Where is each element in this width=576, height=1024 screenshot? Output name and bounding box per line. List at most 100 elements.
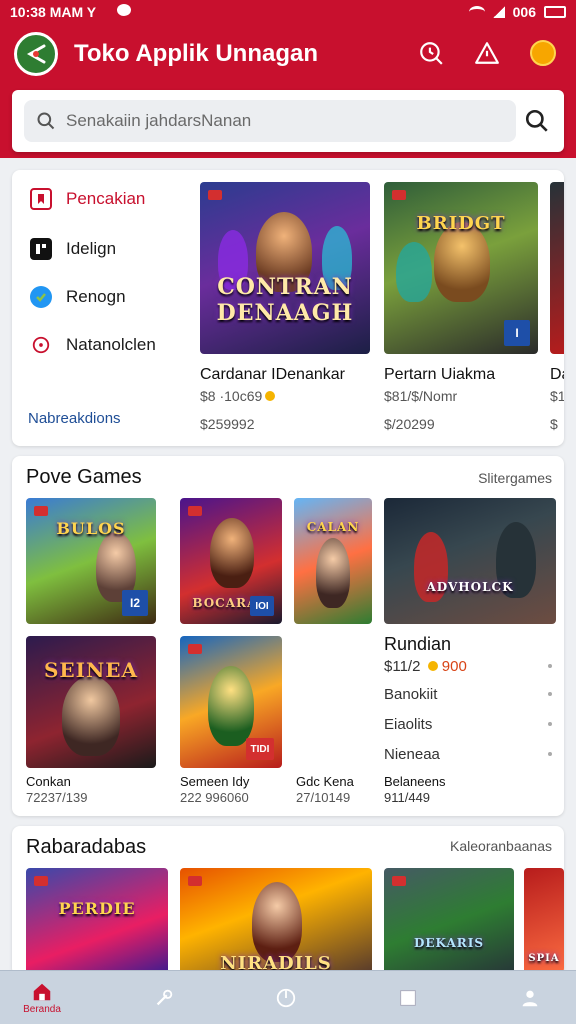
featured-name[interactable]: Cardanar IDenankar bbox=[200, 366, 345, 384]
hero-figure bbox=[208, 666, 254, 746]
badge-icon bbox=[392, 876, 406, 886]
game-tile[interactable]: NIRADILS bbox=[180, 868, 372, 976]
game-tile[interactable]: PERDIE bbox=[26, 868, 168, 976]
art-title: CONTRAN DENAAGH bbox=[216, 274, 354, 326]
warning-icon bbox=[475, 42, 499, 64]
profile-button[interactable] bbox=[528, 38, 558, 68]
badge-icon bbox=[188, 876, 202, 886]
side-row[interactable]: Eiaolits bbox=[384, 716, 552, 733]
avatar-icon bbox=[530, 40, 556, 66]
category-item-natanolclen[interactable]: Natanolclen bbox=[30, 334, 156, 356]
profile-icon bbox=[522, 990, 538, 1007]
more-dot bbox=[548, 752, 552, 756]
featured-name[interactable]: Pertarn Uiakma bbox=[384, 366, 495, 384]
app-header: 10:38 MAM Y 006 Toko Applik Unnagan bbox=[0, 0, 576, 158]
more-dot bbox=[548, 722, 552, 726]
nav-label: Beranda bbox=[23, 1004, 61, 1015]
coin-icon bbox=[427, 661, 438, 671]
badge-icon bbox=[392, 190, 406, 200]
featured-sub: $1 bbox=[550, 388, 564, 404]
hero-figure bbox=[62, 676, 120, 756]
game-price: 27/10149 bbox=[296, 790, 351, 805]
game-name[interactable]: Conkan bbox=[26, 774, 71, 789]
nav-apps[interactable] bbox=[378, 971, 438, 1024]
game-name[interactable]: Gdc Kena bbox=[296, 774, 354, 789]
search-bar bbox=[12, 90, 564, 152]
side-row[interactable]: Nieneaa bbox=[384, 746, 552, 763]
clock-search-button[interactable] bbox=[416, 38, 446, 68]
side-name[interactable]: Belaneens bbox=[384, 774, 552, 789]
grid-icon bbox=[30, 238, 52, 260]
circle-icon bbox=[30, 334, 52, 356]
app-logo[interactable] bbox=[14, 32, 58, 76]
featured-name[interactable]: Da bbox=[550, 366, 564, 384]
nav-home[interactable]: Beranda bbox=[12, 971, 72, 1024]
category-label: Idelign bbox=[66, 239, 117, 258]
game-tile[interactable]: DEKARIS bbox=[384, 868, 514, 976]
game-tile[interactable]: BULOS I2 bbox=[26, 498, 156, 624]
status-right: 006 bbox=[468, 4, 566, 20]
art-title: BULOS bbox=[56, 519, 126, 538]
featured-art[interactable]: CONTRAN DENAAGH bbox=[200, 182, 370, 354]
side-sub: 911/449 bbox=[384, 790, 431, 805]
game-tile[interactable]: BOCARAH IOI bbox=[180, 498, 282, 624]
art-title: PERDIE bbox=[58, 899, 136, 918]
app-bar: Toko Applik Unnagan bbox=[0, 28, 576, 80]
art-corner-badge: IOI bbox=[250, 596, 274, 616]
game-name[interactable]: Semeen Idy bbox=[180, 774, 249, 789]
coin-icon bbox=[265, 391, 276, 401]
hero-figure bbox=[210, 518, 254, 588]
hero-figure bbox=[396, 242, 432, 302]
badge-icon bbox=[188, 506, 202, 516]
art-title: DEKARIS bbox=[413, 936, 485, 950]
category-label: Natanolclen bbox=[66, 335, 156, 354]
badge-icon bbox=[34, 876, 48, 886]
nav-profile[interactable] bbox=[500, 971, 560, 1024]
featured-card: Pencakian Idelign Renogn Natanolclen Nab… bbox=[12, 170, 564, 446]
side-row[interactable]: Banokiit bbox=[384, 686, 552, 703]
status-time: 10:38 MAM Y bbox=[10, 4, 97, 20]
search-icon bbox=[37, 112, 55, 130]
clock-search-icon bbox=[420, 42, 443, 65]
wifi-icon bbox=[468, 6, 485, 18]
recommendations-link[interactable]: Nabreakdions bbox=[28, 410, 121, 427]
game-tile[interactable]: CALAN bbox=[294, 498, 372, 624]
game-tile[interactable]: SEINEA bbox=[26, 636, 156, 768]
art-title: SEINEA bbox=[43, 658, 139, 682]
see-all-link[interactable]: Slitergames bbox=[478, 470, 552, 486]
app-title: Toko Applik Unnagan bbox=[74, 40, 318, 67]
featured-art[interactable] bbox=[550, 182, 564, 354]
see-all-link[interactable]: Kaleoranbaanas bbox=[450, 838, 552, 854]
rewards-card: Rabaradabas Kaleoranbaanas PERDIE NIRADI… bbox=[12, 826, 564, 976]
category-label: Renogn bbox=[66, 287, 126, 306]
game-tile[interactable]: TIDI bbox=[180, 636, 282, 768]
badge-icon bbox=[188, 644, 202, 654]
featured-art[interactable]: BRIDGT I bbox=[384, 182, 538, 354]
category-item-renogn[interactable]: Renogn bbox=[30, 286, 126, 308]
bookmark-icon bbox=[30, 188, 52, 210]
search-input[interactable] bbox=[66, 100, 506, 142]
search-submit-icon[interactable] bbox=[524, 108, 550, 134]
check-icon bbox=[30, 286, 52, 308]
category-item-pencakian[interactable]: Pencakian bbox=[30, 188, 145, 210]
game-tile[interactable]: ADVHOLCK bbox=[384, 498, 556, 624]
nav-tools[interactable] bbox=[134, 971, 194, 1024]
section-title: Rabaradabas bbox=[26, 836, 147, 858]
square-icon bbox=[400, 990, 416, 1006]
battery-text: 006 bbox=[512, 4, 536, 20]
battery-icon bbox=[544, 6, 566, 18]
more-dot bbox=[548, 692, 552, 696]
game-price: 222 996060 bbox=[180, 790, 249, 805]
search-box[interactable] bbox=[24, 100, 516, 142]
game-tile[interactable]: SPIA bbox=[524, 868, 564, 976]
nav-power[interactable] bbox=[256, 971, 316, 1024]
alert-button[interactable] bbox=[472, 38, 502, 68]
category-item-idelign[interactable]: Idelign bbox=[30, 238, 116, 260]
side-title[interactable]: Rundian bbox=[384, 634, 552, 655]
bottom-nav: Beranda bbox=[0, 970, 576, 1024]
game-price: 72237/139 bbox=[26, 790, 88, 805]
signal-icon bbox=[492, 6, 505, 18]
art-corner-badge: I bbox=[504, 320, 530, 346]
featured-sub: $81/$/Nomr bbox=[384, 388, 458, 404]
art-title: ADVHOLCK bbox=[426, 580, 514, 594]
